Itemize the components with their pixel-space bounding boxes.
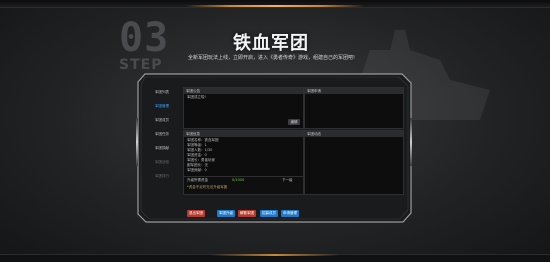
disband-legion-button[interactable]: 解散军团 xyxy=(238,210,256,217)
sidebar-item-manage[interactable]: 军团管理 xyxy=(144,100,180,113)
left-frame-accent xyxy=(136,118,138,166)
sidebar-item-rank[interactable]: 军团排行 xyxy=(144,170,180,183)
right-frame-accent xyxy=(410,118,412,166)
announcement-panel: 军团公告 军团成立啦! 编辑 xyxy=(183,87,304,129)
announcement-text: 军团成立啦! xyxy=(187,95,206,99)
upgrade-label: 升级所需资金 xyxy=(187,178,208,182)
sidebar: 军团列表 军团管理 军团成员 军团任务 军团捐献 军团战役 军团排行 xyxy=(144,86,180,218)
page-title: 铁血军团 xyxy=(233,33,309,54)
upgrade-legion-button[interactable]: 军团升级 xyxy=(217,210,235,217)
sidebar-item-donate[interactable]: 军团捐献 xyxy=(144,142,180,155)
next-level-label: 下一级 xyxy=(282,178,293,182)
sidebar-item-members[interactable]: 军团成员 xyxy=(144,114,180,127)
info-lines: 军团名称：铁血军团 军团等级：1 军团人数：1/30 军团资金：0 军团长：勇者… xyxy=(184,137,303,174)
info-line: 军团贡献：0 xyxy=(187,168,207,172)
page-subtitle: 全新军团玩法上线，立即开启，进入《勇者传奇》游戏，组建自己的军团吧! xyxy=(188,55,356,61)
log-header: 军团动态 xyxy=(305,131,403,137)
upgrade-value: 0/1000 xyxy=(232,178,245,182)
bottom-glow xyxy=(210,254,340,256)
upgrade-panel: 升级所需资金 0/1000 下一级 *资金不足时无法升级军团 xyxy=(183,176,304,195)
top-bar xyxy=(0,0,550,8)
apply-panel: 军团申请 xyxy=(304,87,404,129)
sidebar-item-battle[interactable]: 军团战役 xyxy=(144,156,180,169)
quit-legion-button[interactable]: 退出军团 xyxy=(187,210,205,217)
bottom-bar xyxy=(0,254,550,262)
sidebar-item-tasks[interactable]: 军团任务 xyxy=(144,128,180,141)
apply-header: 军团申请 xyxy=(305,88,403,94)
edit-announcement-button[interactable]: 编辑 xyxy=(288,119,300,125)
step-word: STEP xyxy=(119,57,163,73)
recruit-button[interactable]: 招募成员 xyxy=(260,210,278,217)
log-panel: 军团动态 xyxy=(304,130,404,195)
upgrade-note: *资金不足时无法升级军团 xyxy=(187,185,228,189)
apply-manage-button[interactable]: 申请管理 xyxy=(281,210,299,217)
sidebar-item-list[interactable]: 军团列表 xyxy=(144,86,180,99)
step-number: 03 xyxy=(119,15,170,61)
top-glow xyxy=(185,5,365,7)
